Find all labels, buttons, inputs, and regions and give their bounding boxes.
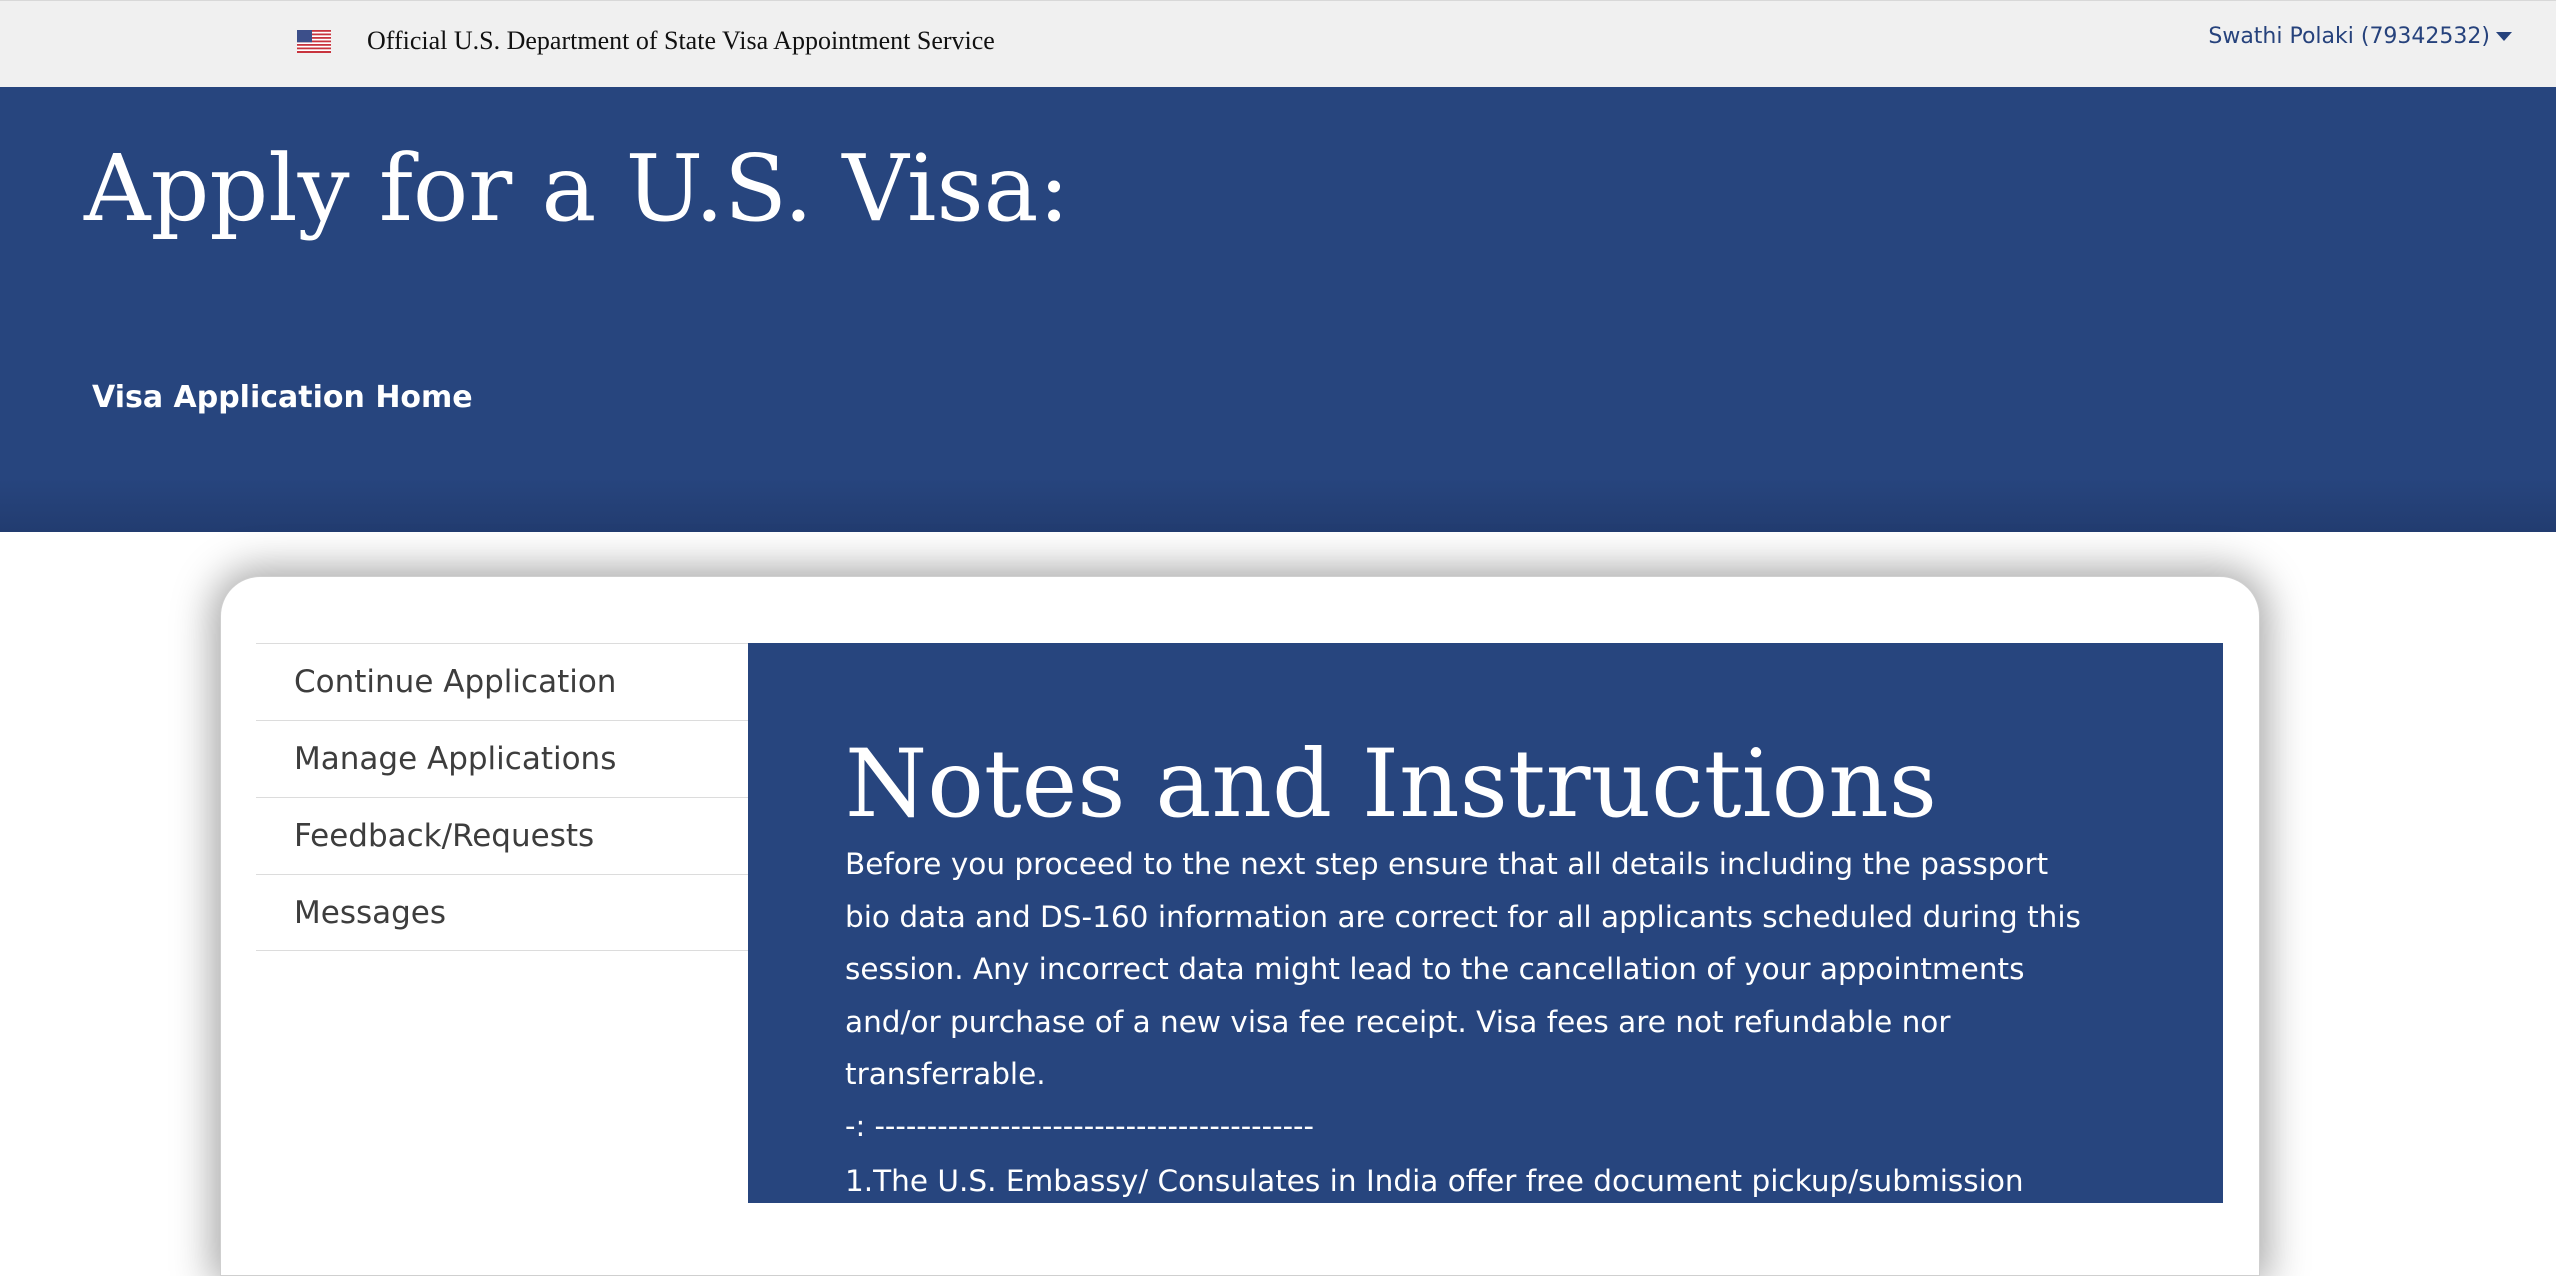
notes-title: Notes and Instructions [845, 730, 1938, 839]
top-utility-bar: Official U.S. Department of State Visa A… [0, 0, 2556, 87]
nav-messages[interactable]: Messages [256, 874, 748, 951]
notes-separator: -: -------------------------------------… [845, 1109, 1314, 1143]
official-service-label: Official U.S. Department of State Visa A… [367, 26, 995, 55]
caret-down-icon [2496, 32, 2512, 41]
hero-banner: Apply for a U.S. Visa: Visa Application … [0, 87, 2556, 532]
notes-body-text: Before you proceed to the next step ensu… [845, 847, 2081, 1091]
side-navigation: Continue Application Manage Applications… [256, 643, 748, 951]
us-flag-icon [297, 30, 331, 53]
user-name-label: Swathi Polaki (79342532) [2208, 24, 2490, 49]
notes-panel: Notes and Instructions Before you procee… [748, 643, 2223, 1203]
nav-continue-application[interactable]: Continue Application [256, 643, 748, 720]
nav-feedback-requests[interactable]: Feedback/Requests [256, 797, 748, 874]
user-account-menu[interactable]: Swathi Polaki (79342532) [2208, 24, 2512, 49]
page-title: Apply for a U.S. Visa: [84, 135, 1070, 242]
notes-item-1: 1.The U.S. Embassy/ Consulates in India … [845, 1164, 2024, 1198]
nav-manage-applications[interactable]: Manage Applications [256, 720, 748, 797]
visa-application-home-link[interactable]: Visa Application Home [92, 380, 473, 415]
